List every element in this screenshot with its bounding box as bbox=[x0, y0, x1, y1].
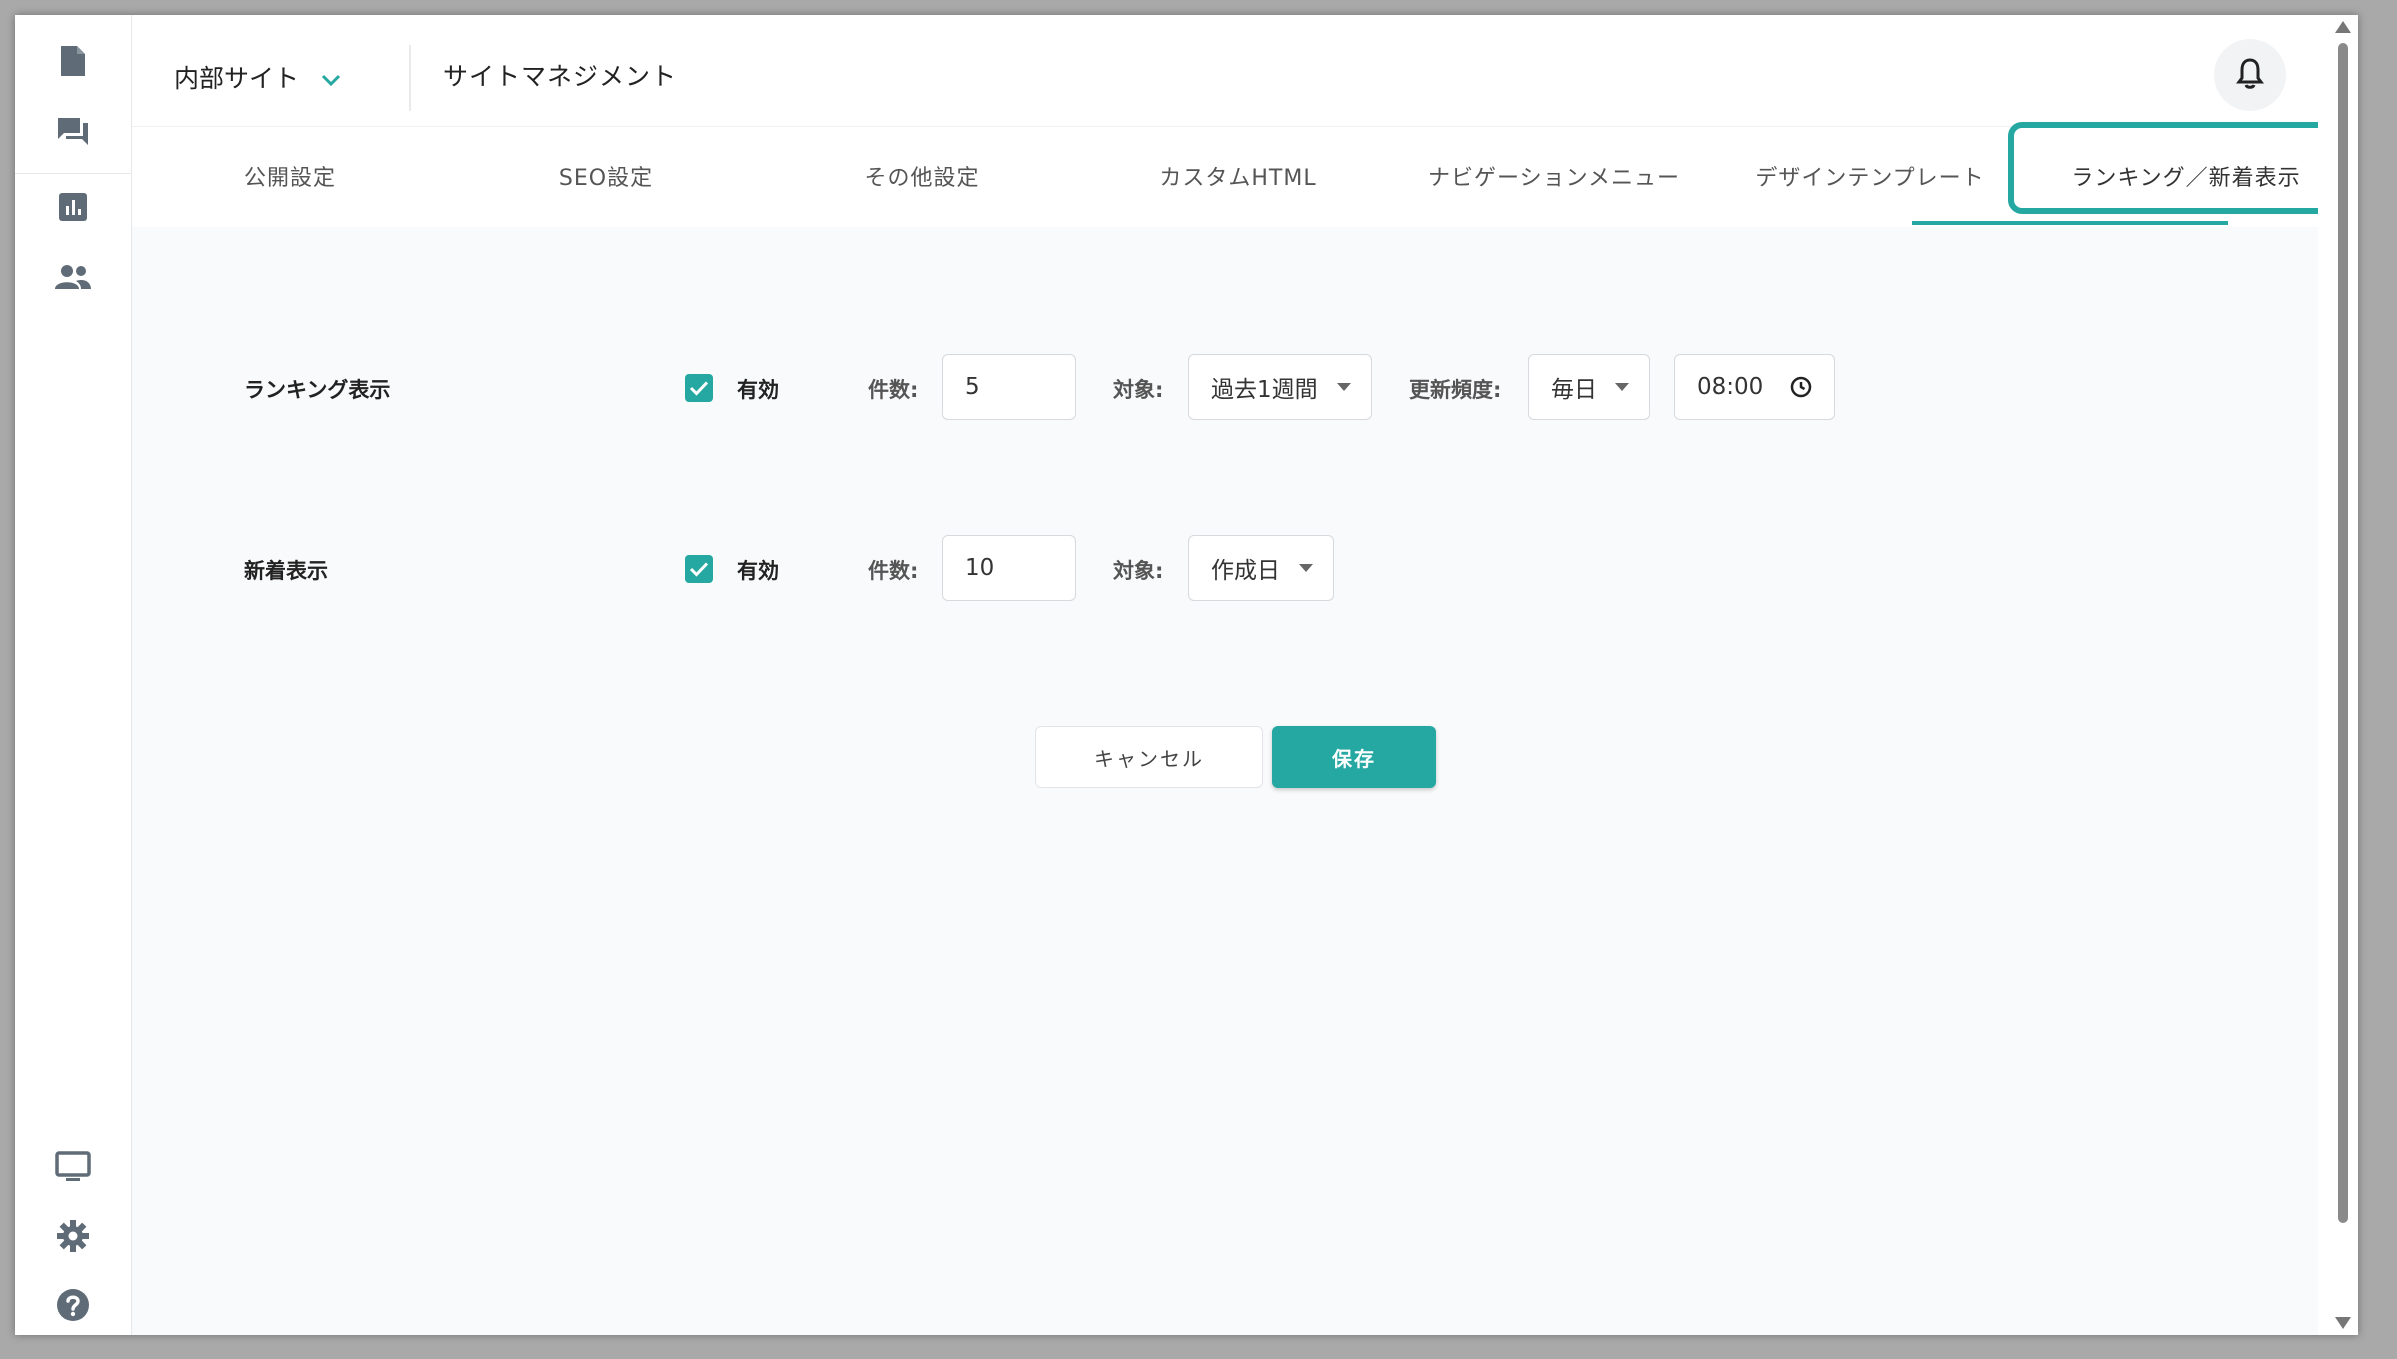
page-title: サイトマネジメント bbox=[443, 62, 678, 91]
notification-button[interactable] bbox=[2214, 39, 2286, 111]
gear-icon[interactable] bbox=[53, 1216, 93, 1256]
bell-icon bbox=[2236, 57, 2264, 93]
newest-target-value: 作成日 bbox=[1211, 558, 1280, 584]
settings-tabs: 公開設定 SEO設定 その他設定 カスタムHTML ナビゲーションメニュー デザ… bbox=[132, 127, 2318, 225]
newest-enabled-label: 有効 bbox=[737, 559, 779, 583]
newest-target-select[interactable]: 作成日 bbox=[1188, 535, 1334, 601]
ranking-time-value: 08:00 bbox=[1697, 374, 1764, 400]
newest-row: 新着表示 有効 件数: 10 対象: 作成日 bbox=[132, 535, 2132, 603]
caret-down-icon bbox=[1615, 383, 1629, 391]
vertical-scrollbar[interactable] bbox=[2318, 15, 2358, 1335]
tab-seo-settings[interactable]: SEO設定 bbox=[448, 127, 764, 225]
left-rail bbox=[15, 15, 132, 1335]
scroll-down-arrow-icon[interactable] bbox=[2335, 1317, 2351, 1329]
ranking-row: ランキング表示 有効 件数: 5 対象: 過去1週間 更新頻度: 毎日 08:0… bbox=[132, 354, 2132, 422]
scroll-thumb[interactable] bbox=[2338, 43, 2348, 1223]
rail-divider bbox=[15, 173, 131, 174]
help-icon[interactable] bbox=[53, 1285, 93, 1325]
newest-count-value: 10 bbox=[965, 555, 995, 581]
monitor-icon[interactable] bbox=[53, 1147, 93, 1187]
ranking-count-input[interactable]: 5 bbox=[942, 354, 1076, 420]
scroll-up-arrow-icon[interactable] bbox=[2335, 21, 2351, 33]
ranking-count-value: 5 bbox=[965, 374, 980, 400]
chart-icon[interactable] bbox=[53, 187, 93, 227]
tab-design-template[interactable]: デザインテンプレート bbox=[1712, 127, 2028, 225]
tab-navigation-menu[interactable]: ナビゲーションメニュー bbox=[1396, 127, 1712, 225]
tab-other-settings[interactable]: その他設定 bbox=[764, 127, 1080, 225]
newest-enabled-checkbox[interactable] bbox=[685, 555, 713, 583]
ranking-time-input[interactable]: 08:00 bbox=[1674, 354, 1835, 420]
app-window: 内部サイト サイトマネジメント 公開設定 SEO設定 その他設定 カスタムHTM… bbox=[15, 15, 2358, 1335]
ranking-frequency-select[interactable]: 毎日 bbox=[1528, 354, 1650, 420]
ranking-target-select[interactable]: 過去1週間 bbox=[1188, 354, 1372, 420]
ranking-target-value: 過去1週間 bbox=[1211, 377, 1318, 403]
tab-custom-html[interactable]: カスタムHTML bbox=[1080, 127, 1396, 225]
ranking-label: ランキング表示 bbox=[244, 378, 391, 402]
site-name: 内部サイト bbox=[174, 64, 300, 93]
ranking-count-label: 件数: bbox=[868, 378, 919, 402]
newest-count-label: 件数: bbox=[868, 559, 919, 583]
newest-label: 新着表示 bbox=[244, 559, 328, 583]
newest-count-input[interactable]: 10 bbox=[942, 535, 1076, 601]
ranking-frequency-value: 毎日 bbox=[1551, 377, 1597, 403]
newest-target-label: 対象: bbox=[1113, 559, 1164, 583]
chat-icon[interactable] bbox=[53, 111, 93, 151]
users-icon[interactable] bbox=[53, 257, 93, 297]
ranking-enabled-checkbox[interactable] bbox=[685, 374, 713, 402]
caret-down-icon bbox=[1337, 383, 1351, 391]
tab-focus-highlight bbox=[2008, 122, 2333, 214]
caret-down-icon bbox=[1299, 564, 1313, 572]
ranking-frequency-label: 更新頻度: bbox=[1409, 378, 1502, 402]
site-selector[interactable]: 内部サイト bbox=[174, 57, 341, 97]
top-header: 内部サイト サイトマネジメント bbox=[132, 15, 2318, 127]
save-button[interactable]: 保存 bbox=[1272, 726, 1436, 788]
document-icon[interactable] bbox=[53, 41, 93, 81]
ranking-enabled-label: 有効 bbox=[737, 378, 779, 402]
active-tab-indicator bbox=[1912, 221, 2228, 225]
clock-icon bbox=[1790, 376, 1812, 398]
tab-publish-settings[interactable]: 公開設定 bbox=[132, 127, 448, 225]
header-divider bbox=[409, 45, 411, 111]
settings-content: ランキング表示 有効 件数: 5 対象: 過去1週間 更新頻度: 毎日 08:0… bbox=[132, 227, 2318, 1335]
ranking-target-label: 対象: bbox=[1113, 378, 1164, 402]
chevron-down-icon bbox=[321, 63, 341, 92]
cancel-button[interactable]: キャンセル bbox=[1035, 726, 1263, 788]
